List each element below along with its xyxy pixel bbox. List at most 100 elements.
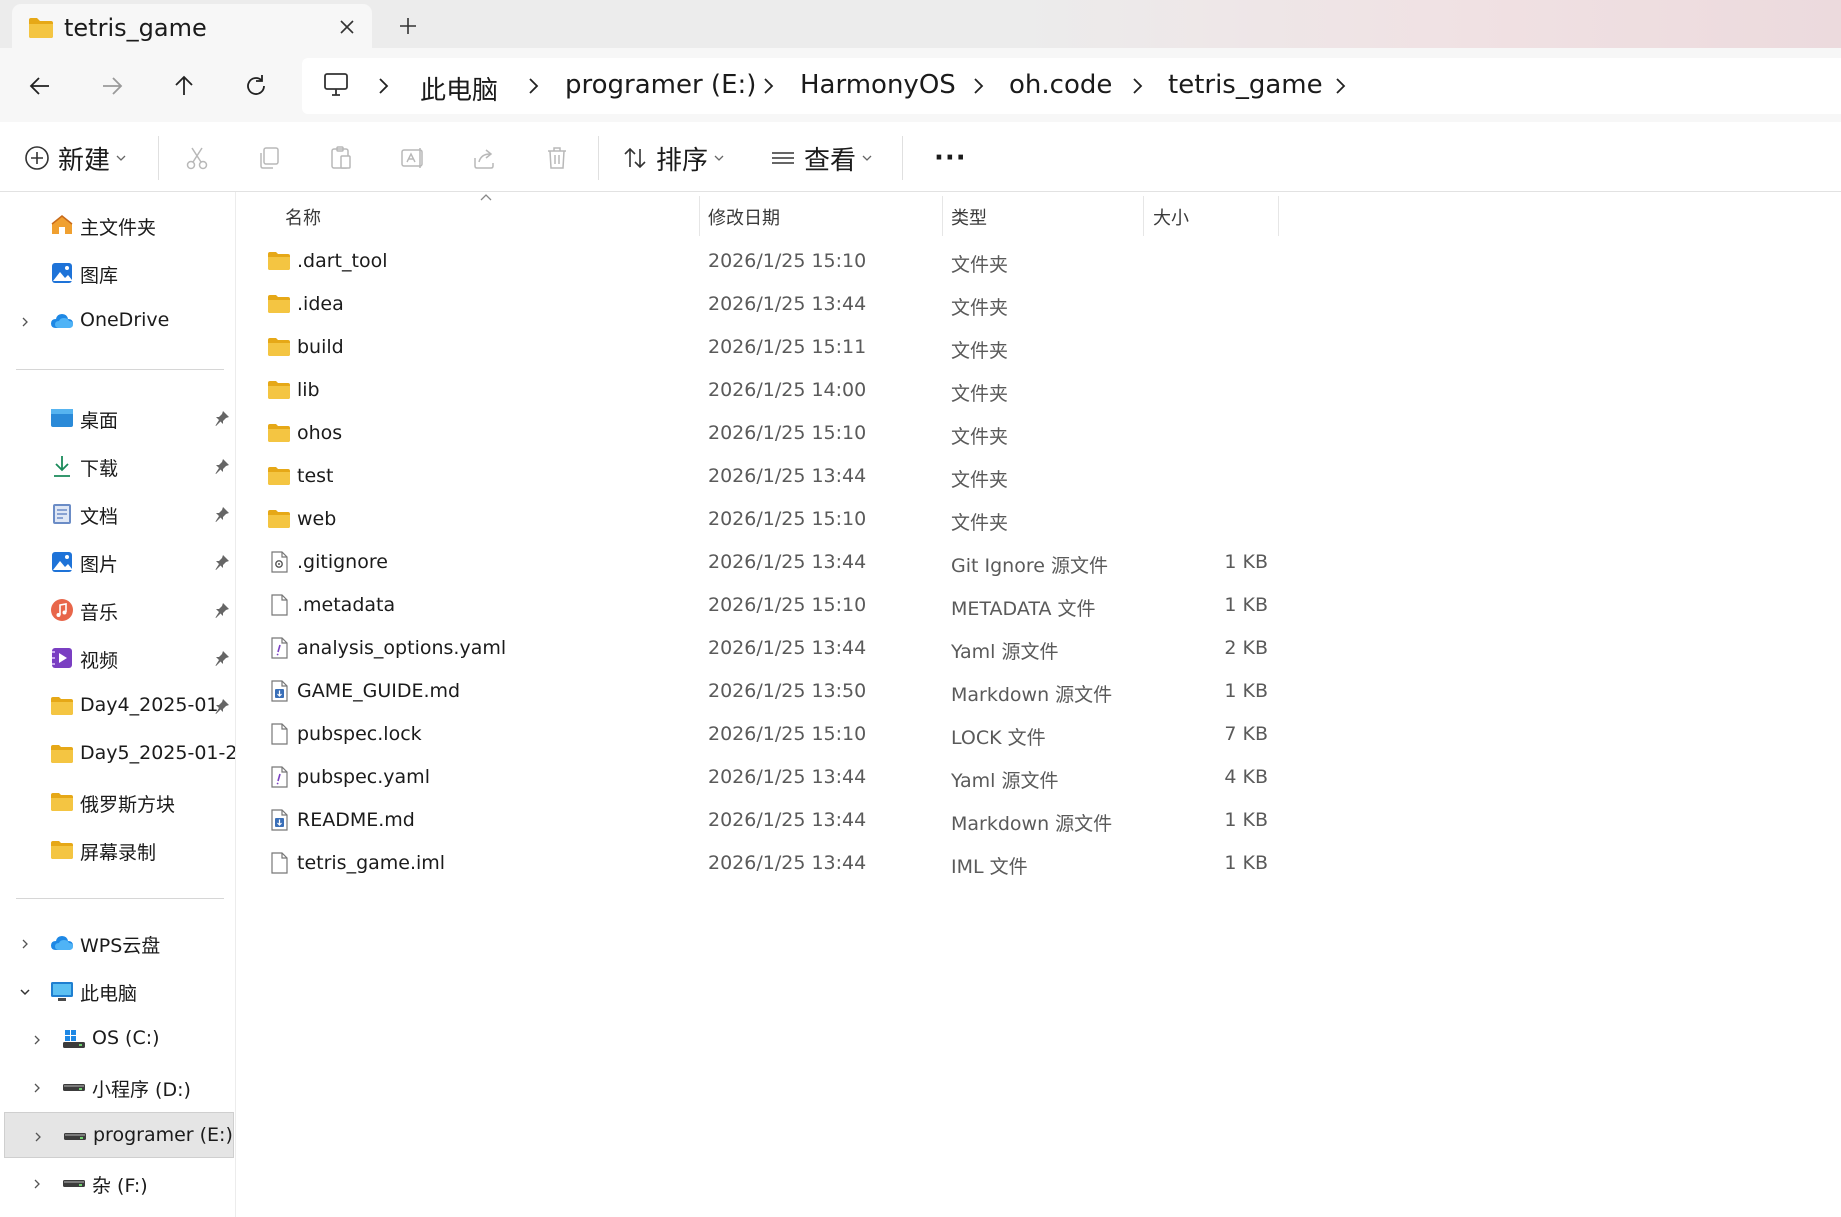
sidebar-item-quick-0[interactable]: 主文件夹	[4, 202, 234, 248]
sidebar-item-quick-1[interactable]: 图库	[4, 250, 234, 296]
file-row[interactable]: README.md 2026/1/25 13:44 Markdown 源文件 1 KB	[237, 799, 1337, 841]
file-row[interactable]: GAME_GUIDE.md 2026/1/25 13:50 Markdown 源文件…	[237, 670, 1337, 712]
column-divider[interactable]	[699, 196, 700, 236]
picture-icon	[50, 550, 74, 574]
file-name: pubspec.lock	[297, 723, 422, 745]
chevron-right-icon[interactable]	[30, 1176, 44, 1190]
sidebar-item-label: Day4_2025-01-	[80, 694, 226, 716]
back-button[interactable]	[22, 68, 58, 104]
sidebar-item-tree-4[interactable]: programer (E:)	[4, 1112, 234, 1158]
sidebar-item-pinned-4[interactable]: 音乐	[4, 587, 234, 633]
sidebar-item-pinned-6[interactable]: Day4_2025-01-	[4, 683, 234, 729]
navigation-pane: 主文件夹 图库 OneDrive 桌面 下载 文档 图片音乐视频 Day4_2025-01- D…	[0, 192, 236, 1217]
file-row[interactable]: web 2026/1/25 15:10 文件夹	[237, 498, 1337, 540]
sidebar-item-label: 音乐	[80, 602, 119, 624]
file-name: .gitignore	[297, 551, 388, 573]
file-row[interactable]: pubspec.yaml 2026/1/25 13:44 Yaml 源文件 4 KB	[237, 756, 1337, 798]
sidebar-item-pinned-7[interactable]: Day5_2025-01-23	[4, 731, 235, 777]
file-type: 文件夹	[951, 254, 1009, 276]
sidebar-item-pinned-2[interactable]: 文档	[4, 491, 234, 537]
more-icon: ···	[934, 143, 967, 173]
chevron-right-icon[interactable]	[372, 74, 394, 98]
sidebar-item-tree-3[interactable]: 小程序 (D:)	[4, 1064, 234, 1110]
file-row[interactable]: lib 2026/1/25 14:00 文件夹	[237, 369, 1337, 411]
file-row[interactable]: tetris_game.iml 2026/1/25 13:44 IML 文件 1 KB	[237, 842, 1337, 884]
chevron-right-icon[interactable]	[30, 1032, 44, 1046]
sidebar-item-tree-2[interactable]: OS (C:)	[4, 1016, 234, 1062]
sidebar-item-pinned-3[interactable]: 图片	[4, 539, 234, 585]
sort-button[interactable]: 排序	[622, 138, 724, 178]
file-row[interactable]: build 2026/1/25 15:11 文件夹	[237, 326, 1337, 368]
file-row[interactable]: pubspec.lock 2026/1/25 15:10 LOCK 文件 7 KB	[237, 713, 1337, 755]
breadcrumb-harmonyos[interactable]: HarmonyOS	[800, 70, 956, 100]
chevron-right-icon[interactable]	[30, 1080, 44, 1094]
file-row[interactable]: ohos 2026/1/25 15:10 文件夹	[237, 412, 1337, 454]
file-icon	[267, 593, 291, 617]
chevron-down-icon[interactable]	[18, 984, 32, 998]
chevron-right-icon[interactable]	[18, 314, 32, 328]
forward-button[interactable]	[94, 68, 130, 104]
file-row[interactable]: .metadata 2026/1/25 15:10 METADATA 文件 1 KB	[237, 584, 1337, 626]
file-row[interactable]: .gitignore 2026/1/25 13:44 Git Ignore 源文件 1…	[237, 541, 1337, 583]
more-button[interactable]: ···	[926, 138, 967, 178]
arrow-right-icon	[103, 77, 123, 95]
delete-button[interactable]	[544, 138, 570, 178]
column-header-date[interactable]: 修改日期	[708, 204, 780, 230]
sidebar-item-pinned-5[interactable]: 视频	[4, 635, 234, 681]
document-icon	[50, 502, 74, 526]
chevron-down-icon	[116, 155, 126, 161]
sidebar-item-pinned-8[interactable]: 俄罗斯方块	[4, 779, 234, 825]
file-row[interactable]: .dart_tool 2026/1/25 15:10 文件夹	[237, 240, 1337, 282]
yaml-file-icon	[267, 636, 291, 660]
folder-icon	[267, 378, 291, 402]
sidebar-item-quick-2[interactable]: OneDrive	[4, 298, 234, 344]
view-button[interactable]: 查看	[770, 138, 872, 178]
sidebar-divider	[16, 898, 224, 899]
column-divider[interactable]	[942, 196, 943, 236]
column-divider[interactable]	[1143, 196, 1144, 236]
chevron-right-icon[interactable]	[18, 936, 32, 950]
column-header-size[interactable]: 大小	[1153, 204, 1189, 230]
file-date: 2026/1/25 13:44	[708, 293, 867, 315]
chevron-right-icon[interactable]	[1329, 74, 1351, 98]
sidebar-item-pinned-9[interactable]: 屏幕录制	[4, 827, 234, 873]
plus-icon[interactable]	[392, 10, 424, 42]
share-button[interactable]	[472, 138, 498, 178]
new-button[interactable]: 新建	[24, 138, 126, 178]
refresh-button[interactable]	[238, 68, 274, 104]
file-date: 2026/1/25 13:44	[708, 809, 867, 831]
tab-tetris-game[interactable]: tetris_game	[12, 4, 372, 50]
arrow-left-icon	[29, 77, 49, 95]
chevron-right-icon[interactable]	[1126, 74, 1148, 98]
file-size: 1 KB	[1224, 594, 1268, 616]
copy-button[interactable]	[256, 138, 282, 178]
chevron-right-icon[interactable]	[967, 74, 989, 98]
up-button[interactable]	[166, 68, 202, 104]
paste-button[interactable]	[328, 138, 354, 178]
chevron-right-icon[interactable]	[757, 74, 779, 98]
file-name: .dart_tool	[297, 250, 388, 272]
sidebar-item-pinned-0[interactable]: 桌面	[4, 395, 234, 441]
sidebar-item-pinned-1[interactable]: 下载	[4, 443, 234, 489]
breadcrumb-tetris-game[interactable]: tetris_game	[1168, 70, 1323, 100]
chevron-down-icon	[862, 155, 872, 161]
chevron-right-icon[interactable]	[31, 1129, 45, 1143]
breadcrumb-drive-e[interactable]: programer (E:)	[565, 70, 756, 100]
file-row[interactable]: test 2026/1/25 13:44 文件夹	[237, 455, 1337, 497]
file-row[interactable]: analysis_options.yaml 2026/1/25 13:44 Yaml…	[237, 627, 1337, 669]
sidebar-item-tree-0[interactable]: WPS云盘	[4, 920, 234, 966]
breadcrumb-oh-code[interactable]: oh.code	[1009, 70, 1112, 100]
column-header-type[interactable]: 类型	[951, 204, 987, 230]
address-bar[interactable]: 此电脑 programer (E:) HarmonyOS oh.code tet…	[302, 58, 1841, 114]
column-divider[interactable]	[1278, 196, 1279, 236]
chevron-right-icon[interactable]	[522, 74, 544, 98]
sidebar-item-tree-1[interactable]: 此电脑	[4, 968, 234, 1014]
sidebar-item-tree-5[interactable]: 杂 (F:)	[4, 1160, 234, 1206]
rename-button[interactable]	[400, 138, 426, 178]
breadcrumb-this-pc[interactable]: 此电脑	[420, 70, 498, 107]
file-row[interactable]: .idea 2026/1/25 13:44 文件夹	[237, 283, 1337, 325]
column-header-name[interactable]: 名称	[285, 204, 321, 230]
cut-button[interactable]	[184, 138, 210, 178]
command-bar: 新建 排序 查看 ···	[0, 122, 1841, 192]
close-icon[interactable]	[332, 12, 362, 42]
